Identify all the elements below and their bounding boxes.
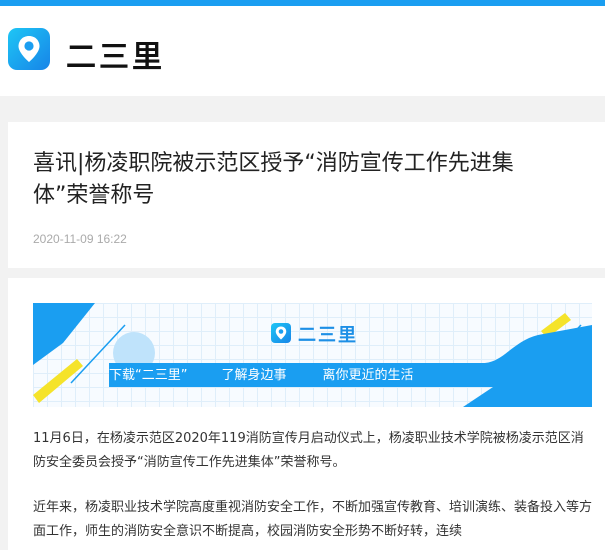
article-paragraph: 近年来，杨凌职业技术学院高度重视消防安全工作，不断加强宣传教育、培训演练、装备投… bbox=[33, 500, 593, 539]
site-header: 二三里 bbox=[0, 6, 605, 96]
article-body-card: 二三里 下载“二三里” 了解身边事 离你更近的生活 11月6日，在杨凌示范区20… bbox=[8, 278, 605, 550]
article-date: 2020-11-09 16:22 bbox=[33, 232, 127, 246]
banner-slogan-download: 下载“二三里” bbox=[109, 367, 188, 383]
banner-slogan-closer-life: 离你更近的生活 bbox=[322, 367, 414, 383]
banner-logo-text: 二三里 bbox=[298, 325, 358, 346]
banner-decoration bbox=[33, 303, 592, 407]
location-pin-icon bbox=[271, 323, 291, 343]
article-header-card: 喜讯|杨凌职院被示范区授予“消防宣传工作先进集体”荣誉称号 2020-11-09… bbox=[8, 122, 605, 268]
article-paragraph: 11月6日，在杨凌示范区2020年119消防宣传月启动仪式上，杨凌职业技术学院被… bbox=[33, 431, 584, 470]
banner-slogan-local-news: 了解身边事 bbox=[221, 367, 287, 383]
location-pin-icon[interactable] bbox=[8, 28, 50, 70]
banner-slogan-strip: 下载“二三里” 了解身边事 离你更近的生活 bbox=[109, 361, 414, 385]
article-title: 喜讯|杨凌职院被示范区授予“消防宣传工作先进集体”荣誉称号 bbox=[33, 151, 514, 208]
site-logo-text[interactable]: 二三里 bbox=[66, 32, 165, 76]
download-app-banner[interactable]: 二三里 下载“二三里” 了解身边事 离你更近的生活 bbox=[33, 303, 592, 407]
